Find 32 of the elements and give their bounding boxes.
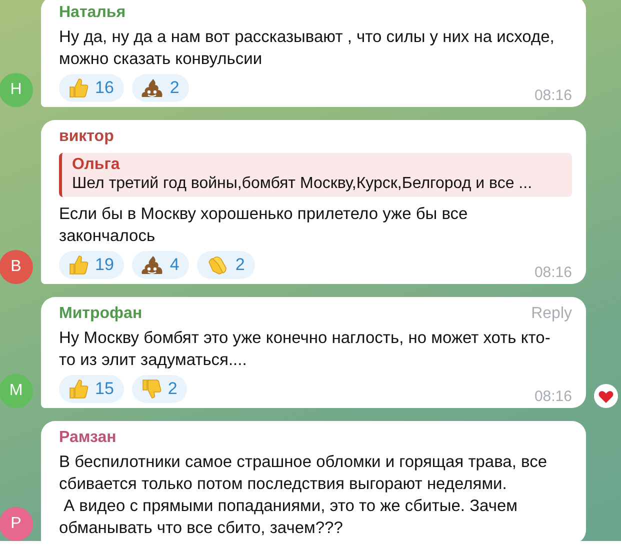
reaction-chip[interactable]: 2 — [197, 251, 255, 279]
avatar[interactable]: В — [0, 250, 33, 284]
reply-link[interactable]: Reply — [531, 305, 572, 323]
reaction-chip[interactable]: 19 — [59, 251, 124, 279]
reaction-chip[interactable]: 2 — [132, 74, 190, 102]
message-time: 08:16 — [534, 388, 572, 405]
author-name[interactable]: Митрофан — [59, 303, 142, 325]
quote-author: Ольга — [72, 156, 121, 174]
message-time: 08:16 — [534, 264, 572, 281]
reaction-chip[interactable]: 15 — [59, 375, 124, 403]
thumbs-up-icon — [67, 77, 89, 99]
message-text: В беспилотники самое страшное обломки и горящая трава, все сбивается только потом последствия выгорают неделями. А видео с прямыми попаданиями, это то же сбитые. Зачем обманывать что все сбито, зачем??? — [59, 452, 548, 539]
thumbs-down-icon — [140, 378, 162, 400]
poop-icon — [140, 254, 164, 276]
avatar[interactable]: М — [0, 374, 33, 408]
message-text: Ну да, ну да а нам вот рассказывают , что силы у них на исходе, можно сказать конвульсии — [59, 27, 556, 70]
author-name[interactable]: Рамзан — [59, 427, 116, 449]
reaction-chip[interactable]: 2 — [132, 375, 188, 403]
author-name[interactable]: виктор — [59, 126, 114, 148]
avatar[interactable]: Н — [0, 73, 33, 107]
message-text: Если бы в Москву хорошенько прилетело уже бы все закончалось — [59, 204, 469, 247]
quote-text: Шел третий год войны,бомбят Москву,Курск,Белгород и все ... — [72, 175, 534, 193]
quoted-message[interactable]: Ольга Шел третий год войны,бомбят Москву,Курск,Белгород и все ... — [59, 153, 572, 197]
thumbs-up-icon — [67, 378, 89, 400]
author-name[interactable]: Наталья — [59, 2, 126, 24]
reaction-chip[interactable]: 4 — [132, 251, 190, 279]
reaction-chip[interactable]: 16 — [59, 74, 124, 102]
thumbs-up-icon — [67, 254, 89, 276]
message-text: Ну Москву бомбят это уже конечно наглость, но может хоть кто- то из элит задуматься.... — [59, 328, 552, 371]
avatar[interactable]: Р — [0, 507, 33, 541]
poop-icon — [140, 77, 164, 99]
message-time: 08:16 — [534, 87, 572, 104]
